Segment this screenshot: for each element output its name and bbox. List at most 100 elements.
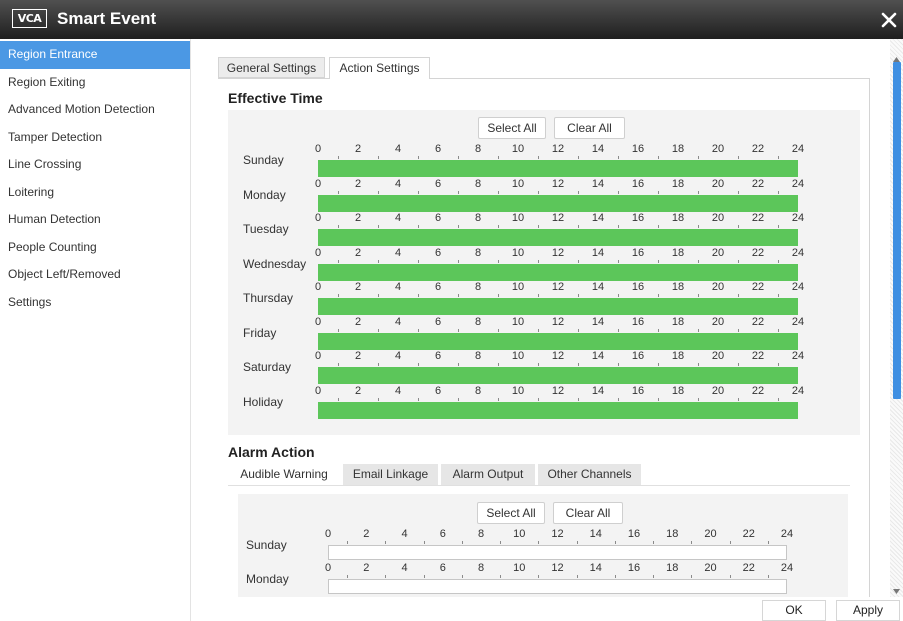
alarm-select-all-button[interactable]: Select All — [477, 502, 545, 524]
hour-tick-label: 12 — [551, 315, 565, 328]
hour-tick-label: 10 — [511, 212, 525, 225]
schedule-bar[interactable] — [318, 194, 798, 212]
ok-button[interactable]: OK — [762, 600, 826, 621]
hour-tick-mark — [778, 397, 779, 401]
tab-alarm-output[interactable]: Alarm Output — [441, 464, 535, 485]
apply-button[interactable]: Apply — [836, 600, 900, 621]
hour-tick-label: 8 — [474, 350, 482, 363]
hour-tick-mark — [500, 541, 502, 544]
hour-tick-label: 6 — [434, 384, 442, 397]
hour-tick-mark — [658, 190, 659, 194]
hour-tick-mark — [658, 328, 659, 332]
hour-tick-mark — [576, 575, 578, 578]
sidebar-item-human-detection[interactable]: Human Detection — [0, 206, 190, 234]
sidebar-item-region-entrance[interactable]: Region Entrance — [0, 41, 190, 69]
schedule-bar[interactable] — [318, 332, 798, 350]
schedule-bar[interactable] — [318, 367, 798, 385]
hour-tick-mark — [618, 190, 619, 194]
hour-tick-mark — [738, 397, 739, 401]
effective-time-schedule-panel: Select All Clear All Sunday 0 2 4 6 8 10 12 14 16… — [228, 110, 860, 435]
hour-tick-label: 6 — [434, 212, 442, 225]
hour-tick-label: 22 — [751, 246, 765, 259]
hour-tick-label: 0 — [314, 177, 322, 190]
hour-tick-label: 14 — [591, 177, 605, 190]
hour-tick-mark — [418, 225, 419, 229]
select-all-button[interactable]: Select All — [478, 117, 546, 139]
hour-tick-label: 20 — [711, 350, 725, 363]
hour-tick-mark — [578, 225, 579, 229]
hour-tick-mark — [538, 225, 539, 229]
hour-tick-mark — [418, 190, 419, 194]
hour-tick-label: 24 — [780, 562, 794, 574]
hour-tick-mark — [338, 156, 339, 159]
sidebar-item-settings[interactable]: Settings — [0, 289, 190, 317]
schedule-bar[interactable] — [328, 579, 787, 594]
hour-tick-mark — [778, 156, 779, 159]
hour-tick-mark — [385, 575, 387, 578]
hour-tick-label: 12 — [551, 350, 565, 363]
sidebar-item-people-counting[interactable]: People Counting — [0, 234, 190, 262]
hour-tick-mark — [418, 363, 419, 367]
hour-tick-label: 4 — [401, 528, 408, 540]
sidebar-item-loitering[interactable]: Loitering — [0, 179, 190, 207]
schedule-bar[interactable] — [318, 263, 798, 281]
hour-tick-mark — [418, 294, 419, 298]
tab-other-channels[interactable]: Other Channels — [538, 464, 641, 485]
content-viewport: General Settings Action Settings Effecti… — [191, 39, 890, 597]
alarm-action-schedule-panel: Select All Clear All Sunday 0 2 4 6 8 10 12 14 16… — [238, 494, 848, 597]
chevron-up-icon[interactable] — [893, 51, 900, 62]
hour-tick-mark — [698, 190, 699, 194]
schedule-bar[interactable] — [318, 401, 798, 419]
schedule-bar[interactable] — [318, 229, 798, 247]
hour-tick-mark — [338, 363, 339, 367]
hour-tick-label: 18 — [671, 315, 685, 328]
hour-tick-mark — [653, 575, 655, 578]
tab-general-settings[interactable]: General Settings — [218, 57, 325, 78]
hour-tick-label: 10 — [511, 281, 525, 294]
schedule-bar[interactable] — [318, 298, 798, 316]
hour-tick-label: 16 — [631, 384, 645, 397]
tab-email-linkage[interactable]: Email Linkage — [343, 464, 438, 485]
hour-tick-label: 14 — [591, 315, 605, 328]
sidebar-item-tamper-detection[interactable]: Tamper Detection — [0, 124, 190, 152]
sidebar-item-region-exiting[interactable]: Region Exiting — [0, 69, 190, 97]
schedule-bar[interactable] — [328, 545, 787, 560]
scrollbar-thumb[interactable] — [893, 62, 901, 399]
sidebar-item-advanced-motion-detection[interactable]: Advanced Motion Detection — [0, 96, 190, 124]
tab-action-settings[interactable]: Action Settings — [329, 57, 430, 79]
hour-tick-label: 0 — [314, 143, 322, 155]
hour-tick-label: 14 — [591, 384, 605, 397]
hour-tick-mark — [778, 190, 779, 194]
sidebar: Region Entrance Region Exiting Advanced … — [0, 39, 191, 621]
alarm-clear-all-button[interactable]: Clear All — [553, 502, 623, 524]
schedule-fill — [318, 401, 798, 419]
schedule-bar[interactable] — [318, 160, 798, 177]
hour-tick-mark — [698, 259, 699, 263]
sidebar-item-line-crossing[interactable]: Line Crossing — [0, 151, 190, 179]
hour-tick-label: 8 — [474, 384, 482, 397]
hour-tick-label: 2 — [354, 350, 362, 363]
hour-tick-mark — [498, 259, 499, 263]
hour-tick-mark — [698, 328, 699, 332]
hour-tick-label: 12 — [551, 246, 565, 259]
hour-tick-label: 0 — [314, 246, 322, 259]
hour-tick-mark — [538, 363, 539, 367]
hour-tick-mark — [500, 575, 502, 578]
hour-tick-mark — [458, 259, 459, 263]
hour-tick-label: 20 — [704, 528, 717, 540]
tab-audible-warning[interactable]: Audible Warning — [228, 464, 340, 485]
hour-tick-mark — [778, 259, 779, 263]
hour-tick-label: 22 — [751, 281, 765, 294]
hour-tick-label: 22 — [751, 315, 765, 328]
hour-tick-label: 12 — [551, 177, 565, 190]
vertical-scrollbar[interactable] — [890, 39, 903, 597]
hour-tick-label: 6 — [439, 528, 446, 540]
hour-tick-label: 24 — [791, 315, 805, 328]
schedule-fill — [318, 332, 798, 350]
chevron-down-icon[interactable] — [893, 583, 900, 594]
close-icon[interactable] — [880, 11, 898, 29]
sidebar-item-object-left-removed[interactable]: Object Left/Removed — [0, 261, 190, 289]
hour-tick-label: 16 — [631, 212, 645, 225]
hour-tick-label: 8 — [477, 562, 485, 574]
clear-all-button[interactable]: Clear All — [554, 117, 625, 139]
